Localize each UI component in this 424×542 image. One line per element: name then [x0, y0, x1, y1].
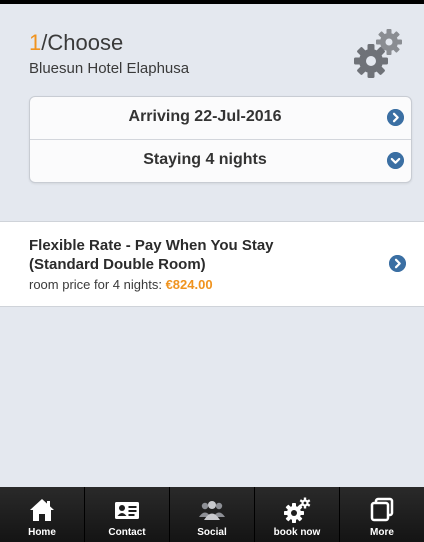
chevron-right-circle-icon[interactable] — [389, 255, 406, 272]
gears-icon — [284, 497, 311, 523]
social-people-icon — [199, 501, 225, 520]
tab-more[interactable]: More — [340, 487, 424, 542]
arrival-date-row[interactable]: Arriving 22-Jul-2016 — [30, 97, 411, 140]
tab-social[interactable]: Social — [170, 487, 255, 542]
gears-icon[interactable] — [351, 27, 407, 79]
step-label: /Choose — [41, 30, 124, 55]
tab-label: Contact — [108, 527, 146, 538]
hotel-name: Bluesun Hotel Elaphusa — [29, 60, 190, 77]
rate-price: room price for 4 nights: €824.00 — [29, 277, 213, 292]
booking-options-box: Arriving 22-Jul-2016 Staying 4 nights — [29, 96, 412, 183]
home-icon — [30, 499, 54, 521]
stay-length-row[interactable]: Staying 4 nights — [30, 140, 411, 182]
price-amount: €824.00 — [165, 277, 213, 292]
price-prefix: room price for 4 nights: — [29, 277, 162, 292]
tab-home[interactable]: Home — [0, 487, 85, 542]
room-type: (Standard Double Room) — [29, 256, 206, 273]
chevron-down-circle-icon[interactable] — [387, 152, 404, 169]
tab-contact[interactable]: Contact — [85, 487, 170, 542]
rate-title: Flexible Rate - Pay When You Stay (Stand… — [29, 236, 369, 274]
arrival-date-label: Arriving 22-Jul-2016 — [128, 108, 282, 125]
tab-book-now[interactable]: book now — [255, 487, 340, 542]
bottom-tab-bar: Home Contact Social book now More — [0, 487, 424, 542]
step-title: 1/Choose — [29, 30, 123, 56]
more-windows-icon — [370, 497, 394, 522]
stay-length-label: Staying 4 nights — [143, 151, 267, 168]
chevron-right-circle-icon[interactable] — [387, 109, 404, 126]
tab-label: book now — [273, 527, 321, 538]
rate-name: Flexible Rate - Pay When You Stay — [29, 237, 274, 254]
tab-label: Social — [197, 527, 227, 538]
rate-option[interactable]: Flexible Rate - Pay When You Stay (Stand… — [0, 221, 424, 307]
step-number: 1 — [29, 30, 42, 55]
tab-label: Home — [28, 527, 56, 538]
contact-card-icon — [115, 502, 139, 519]
tab-label: More — [370, 527, 394, 538]
